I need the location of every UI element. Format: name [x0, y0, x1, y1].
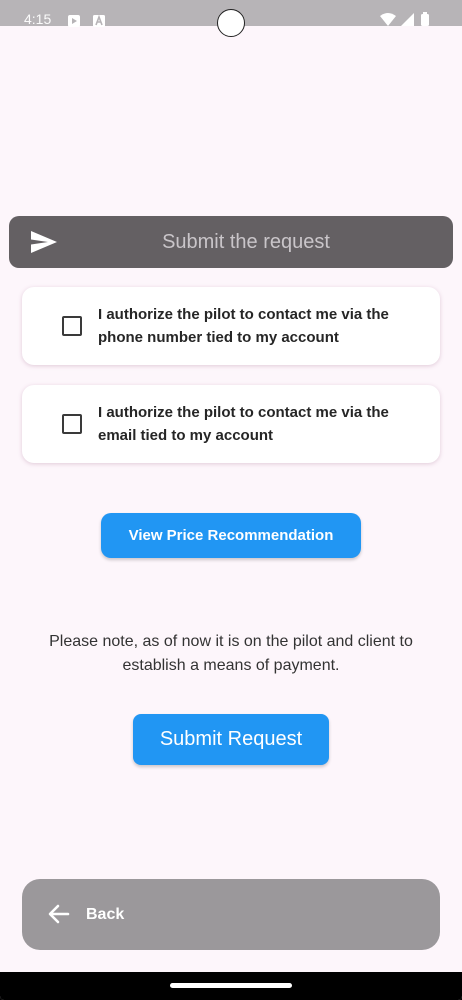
phone-consent-card[interactable]: I authorize the pilot to contact me via …	[22, 287, 440, 365]
header-title: Submit the request	[162, 231, 330, 253]
a-notification-icon	[93, 14, 105, 32]
camera-cutout	[217, 9, 245, 37]
system-nav-bar	[0, 972, 462, 1000]
back-button[interactable]: Back	[22, 879, 440, 950]
arrow-back-icon	[48, 904, 70, 929]
status-time: 4:15	[24, 11, 52, 27]
battery-icon	[421, 12, 429, 31]
app-screen: 4:15 Submit the request I authorize the …	[0, 0, 462, 1000]
email-consent-label: I authorize the pilot to contact me via …	[98, 404, 389, 444]
email-consent-checkbox[interactable]	[62, 414, 82, 434]
play-store-icon	[68, 14, 80, 32]
submit-request-button[interactable]: Submit Request	[133, 714, 329, 765]
phone-consent-checkbox[interactable]	[62, 316, 82, 336]
email-consent-card[interactable]: I authorize the pilot to contact me via …	[22, 385, 440, 463]
payment-note: Please note, as of now it is on the pilo…	[49, 633, 413, 674]
wifi-icon	[380, 13, 396, 31]
back-label: Back	[86, 906, 125, 923]
signal-icon	[401, 13, 414, 31]
view-price-recommendation-button[interactable]: View Price Recommendation	[101, 513, 361, 558]
home-gesture-handle[interactable]	[170, 983, 292, 988]
phone-consent-label: I authorize the pilot to contact me via …	[98, 306, 389, 346]
submit-request-header: Submit the request	[9, 216, 453, 268]
